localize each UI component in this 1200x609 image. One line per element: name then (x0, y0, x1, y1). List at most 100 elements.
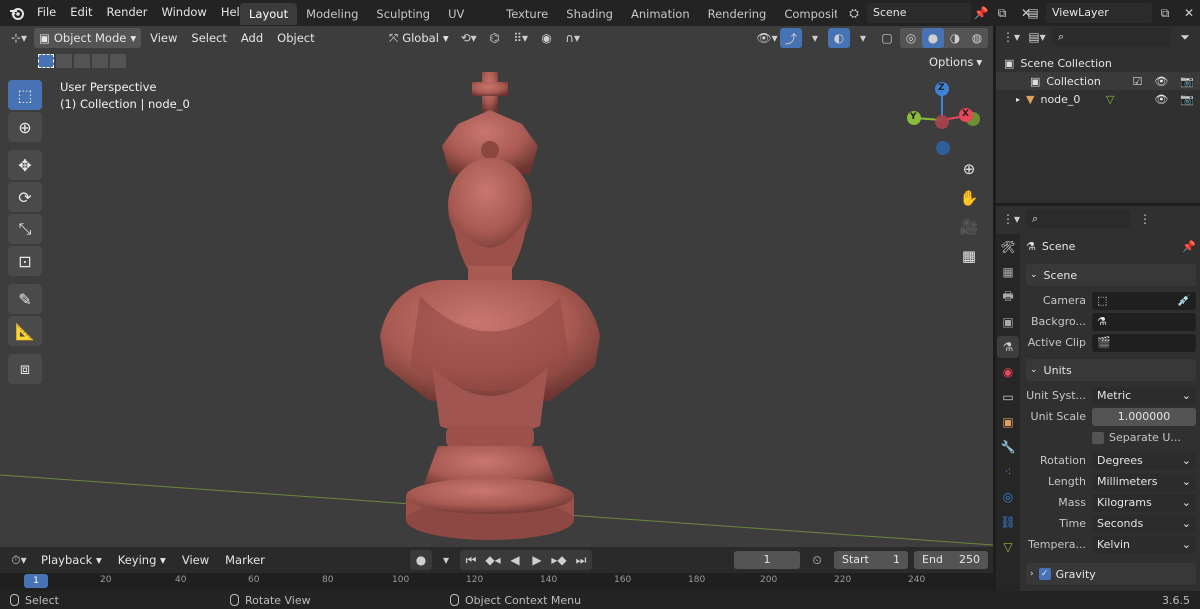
blender-logo-icon[interactable] (4, 0, 30, 26)
scene-tab-icon[interactable]: ⚗ (997, 336, 1019, 358)
gizmo-toggle-icon[interactable]: ⤴ (780, 28, 802, 48)
add-cube-tool-icon[interactable]: ⧈ (8, 354, 42, 384)
modifier-tab-icon[interactable]: 🔧 (997, 436, 1019, 458)
unit-system-dropdown[interactable]: Metric ⌄ (1092, 386, 1196, 405)
properties-editor-icon[interactable]: ⋮▾ (1000, 209, 1022, 229)
active-clip-field[interactable]: 🎬 (1092, 333, 1196, 352)
playhead[interactable]: 1 (24, 574, 48, 588)
rotate-tool-icon[interactable]: ⟳ (8, 182, 42, 212)
camera-field[interactable]: ⬚ 💉 (1092, 291, 1196, 310)
perspective-toggle-icon[interactable]: ▦ (956, 243, 982, 269)
end-frame-field[interactable]: End 250 (914, 551, 988, 569)
preview-range-icon[interactable]: ⏲ (806, 550, 828, 570)
constraints-tab-icon[interactable]: ⛓ (997, 511, 1019, 533)
rendered-shading-icon[interactable]: ◍ (966, 28, 988, 48)
wireframe-shading-icon[interactable]: ◎ (900, 28, 922, 48)
gravity-panel-header[interactable]: › ✓ Gravity (1026, 563, 1196, 585)
options-button[interactable]: Options ▾ (924, 52, 987, 72)
cursor-tool-icon[interactable]: ⊕ (8, 112, 42, 142)
menu-file[interactable]: File (30, 0, 63, 26)
view-layer-tab-icon[interactable]: ▣ (997, 311, 1019, 333)
material-shading-icon[interactable]: ◑ (944, 28, 966, 48)
menu-view[interactable]: View (145, 28, 182, 48)
pivot-icon[interactable]: ⟲▾ (458, 28, 480, 48)
pan-hand-icon[interactable]: ✋ (956, 185, 982, 211)
outliner-collection[interactable]: ▣ Collection ☑ 👁 📷 (996, 72, 1200, 90)
menu-playback[interactable]: Playback ▾ (36, 550, 107, 570)
properties-search-input[interactable]: ⌕ (1026, 210, 1130, 228)
scene-selector-icon[interactable]: ⛭ (843, 3, 865, 23)
menu-window[interactable]: Window (154, 0, 213, 26)
view-layer-icon[interactable]: ▤ (1022, 3, 1044, 23)
outliner-search-input[interactable]: ⌕ (1052, 28, 1170, 46)
select-new-icon[interactable] (38, 54, 54, 68)
scale-tool-icon[interactable]: ⤡ (8, 214, 42, 244)
measure-tool-icon[interactable]: 📐 (8, 316, 42, 346)
outliner-scene-collection[interactable]: ▣ Scene Collection (996, 54, 1200, 72)
menu-render[interactable]: Render (100, 0, 155, 26)
view-layer-field[interactable]: ViewLayer (1046, 3, 1152, 23)
new-view-layer-icon[interactable]: ⧉ (1154, 3, 1176, 23)
tab-texture-paint[interactable]: Texture Paint (497, 3, 557, 25)
play-reverse-icon[interactable]: ◀ (504, 550, 526, 570)
tab-compositing[interactable]: Compositi (775, 3, 837, 25)
transform-orientation-dropdown[interactable]: ⤧ Global ▾ (384, 28, 454, 48)
scene-panel-header[interactable]: ⌄ Scene (1026, 264, 1196, 286)
snap-settings-icon[interactable]: ⠿▾ (510, 28, 532, 48)
transform-tool-icon[interactable]: ⊡ (8, 246, 42, 276)
outliner-object-node0[interactable]: ▸ ▼ node_0 ▽ 👁 📷 (996, 90, 1200, 108)
checkbox-icon[interactable]: ☑ (1132, 75, 1142, 88)
particles-tab-icon[interactable]: ⁖ (997, 461, 1019, 483)
prev-keyframe-icon[interactable]: ◆◂ (482, 550, 504, 570)
tab-layout[interactable]: Layout (240, 3, 298, 25)
overlay-dropdown-icon[interactable]: ▾ (852, 28, 874, 48)
tab-modeling[interactable]: Modeling (297, 3, 367, 25)
falloff-icon[interactable]: ∩▾ (562, 28, 584, 48)
new-scene-icon[interactable]: ⧉ (991, 3, 1013, 23)
world-tab-icon[interactable]: ◉ (997, 361, 1019, 383)
menu-select[interactable]: Select (186, 28, 231, 48)
mode-dropdown[interactable]: ▣ Object Mode ▾ (34, 28, 142, 48)
pin-icon[interactable]: 📌 (973, 3, 989, 23)
temperature-dropdown[interactable]: Kelvin ⌄ (1092, 535, 1196, 554)
zoom-icon[interactable]: ⊕ (956, 156, 982, 182)
eye-icon[interactable]: 👁 (1154, 93, 1168, 106)
current-frame-field[interactable]: 1 (734, 551, 800, 569)
visibility-icon[interactable]: 👁▾ (756, 28, 778, 48)
display-mode-icon[interactable]: ▤▾ (1026, 27, 1048, 47)
units-panel-header[interactable]: ⌄ Units (1026, 359, 1196, 381)
length-dropdown[interactable]: Millimeters ⌄ (1092, 472, 1196, 491)
unit-scale-field[interactable]: 1.000000 (1092, 407, 1196, 426)
tab-animation[interactable]: Animation (622, 3, 699, 25)
menu-timeline-view[interactable]: View (177, 550, 214, 570)
physics-tab-icon[interactable]: ◎ (997, 486, 1019, 508)
scene-name-field[interactable]: Scene (867, 3, 971, 23)
jump-start-icon[interactable]: ⏮ (460, 550, 482, 570)
play-icon[interactable]: ▶ (526, 550, 548, 570)
background-field[interactable]: ⚗ (1092, 312, 1196, 331)
time-dropdown[interactable]: Seconds ⌄ (1092, 514, 1196, 533)
outliner-editor-icon[interactable]: ⋮▾ (1000, 27, 1022, 47)
collection-tab-icon[interactable]: ▭ (997, 386, 1019, 408)
select-invert-icon[interactable] (92, 54, 108, 68)
auto-key-dropdown-icon[interactable]: ▾ (435, 550, 457, 570)
camera-render-icon[interactable]: 📷 (1180, 93, 1194, 106)
data-tab-icon[interactable]: ▽ (997, 536, 1019, 558)
mass-dropdown[interactable]: Kilograms ⌄ (1092, 493, 1196, 512)
camera-view-icon[interactable]: 🎥 (956, 214, 982, 240)
tab-uv-editing[interactable]: UV Editing (439, 3, 497, 25)
move-tool-icon[interactable]: ✥ (8, 150, 42, 180)
jump-end-icon[interactable]: ⏭ (570, 550, 592, 570)
tool-tab-icon[interactable]: 🛠 (997, 236, 1019, 258)
editor-type-icon[interactable]: ⊹▾ (8, 28, 30, 48)
menu-edit[interactable]: Edit (63, 0, 99, 26)
menu-object[interactable]: Object (272, 28, 319, 48)
options-icon[interactable]: ⋮ (1134, 209, 1156, 229)
select-intersect-icon[interactable] (110, 54, 126, 68)
eyedropper-icon[interactable]: 💉 (1177, 292, 1191, 310)
snap-icon[interactable]: ⌬ (484, 28, 506, 48)
shading-dropdown-icon[interactable]: ▾ (990, 28, 993, 48)
record-icon[interactable]: ● (410, 550, 432, 570)
timeline-editor-icon[interactable]: ⏱▾ (8, 550, 30, 570)
annotate-tool-icon[interactable]: ✎ (8, 284, 42, 314)
